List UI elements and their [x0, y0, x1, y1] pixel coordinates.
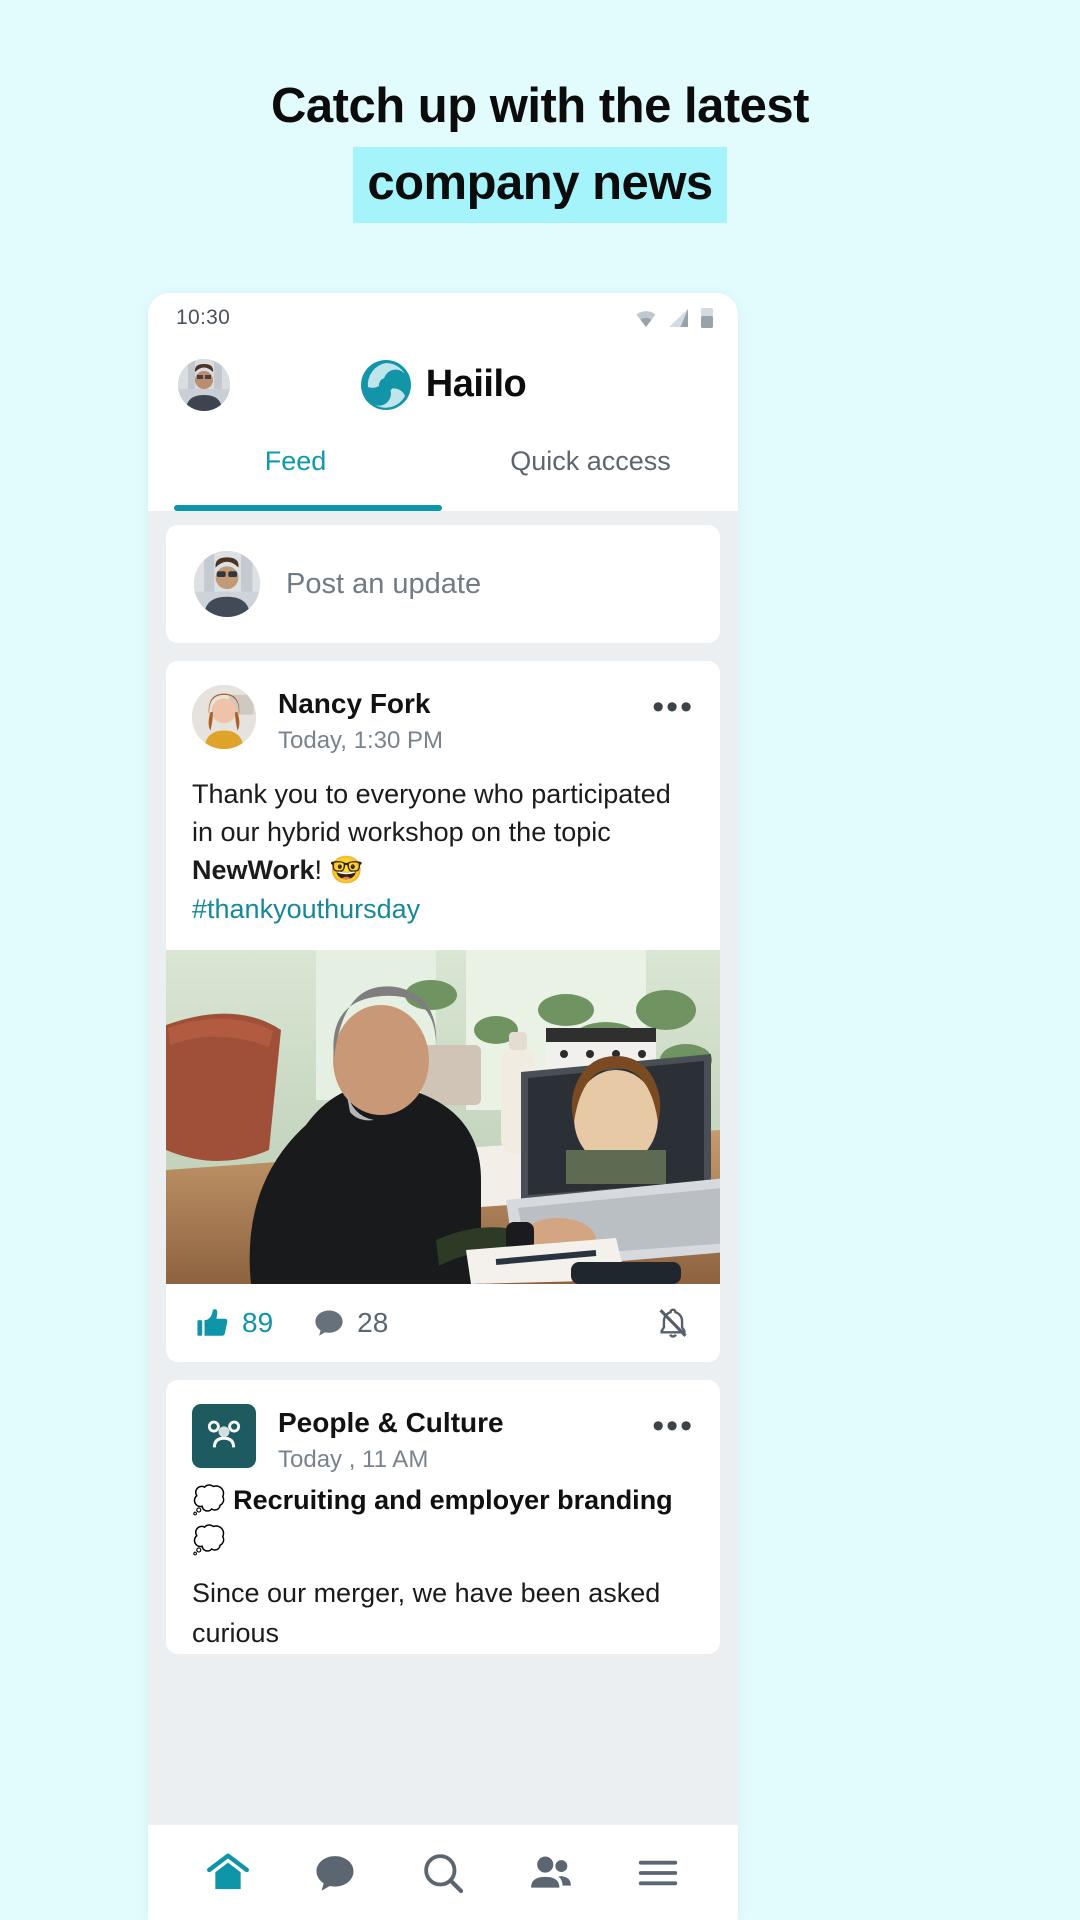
page-headline: Catch up with the latest company news — [0, 74, 1080, 224]
tab-quick-access[interactable]: Quick access — [443, 426, 738, 511]
post-meta-2: People & Culture Today , 11 AM — [278, 1404, 630, 1474]
post-an-update-input[interactable]: Post an update — [286, 568, 481, 601]
menu-hamburger-icon — [639, 1860, 678, 1885]
post-card-people-culture: People & Culture Today , 11 AM ••• 💭 Rec… — [166, 1379, 720, 1654]
post-header: Nancy Fork Today, 1:30 PM ••• — [166, 661, 720, 755]
like-button[interactable]: 89 — [196, 1306, 273, 1340]
status-bar: 10:30 — [148, 293, 738, 343]
comment-count: 28 — [357, 1306, 389, 1338]
home-icon — [206, 1853, 249, 1889]
mute-notifications-button[interactable] — [656, 1306, 690, 1340]
post-heading-2: 💭 Recruiting and employer branding 💭 — [192, 1484, 673, 1556]
headline-line-2-highlighted: company news — [353, 146, 727, 224]
composer-avatar — [194, 551, 260, 617]
nav-home-button[interactable] — [193, 1838, 263, 1908]
post-author-avatar[interactable] — [192, 685, 256, 749]
post-text-part1: Thank you to everyone who participated i… — [192, 778, 671, 847]
post-author-name-2: People & Culture — [278, 1406, 504, 1438]
chat-bubble-icon — [316, 1855, 354, 1891]
nav-chat-button[interactable] — [300, 1838, 370, 1908]
post-timestamp-2: Today , 11 AM — [278, 1445, 429, 1473]
post-body-line-2: Since our merger, we have been asked cur… — [192, 1577, 661, 1649]
status-bar-icons — [634, 307, 714, 329]
nav-search-button[interactable] — [408, 1838, 478, 1908]
post-header-2: People & Culture Today , 11 AM ••• — [166, 1380, 720, 1474]
post-text-2: 💭 Recruiting and employer branding 💭 Sin… — [166, 1474, 720, 1654]
comment-bubble-icon — [315, 1310, 343, 1336]
post-author-name: Nancy Fork — [278, 688, 431, 719]
post-meta: Nancy Fork Today, 1:30 PM — [278, 685, 630, 755]
wifi-icon — [636, 311, 656, 327]
people-group-icon — [207, 1420, 241, 1448]
avatar[interactable] — [178, 358, 230, 411]
composer[interactable]: Post an update — [166, 525, 720, 643]
post-more-options-button-2[interactable]: ••• — [652, 1404, 694, 1443]
tab-feed[interactable]: Feed — [148, 426, 443, 511]
post-image[interactable] — [166, 949, 720, 1284]
post-reactions-bar: 89 28 — [166, 1284, 720, 1362]
post-more-options-button[interactable]: ••• — [652, 685, 694, 724]
thumbs-up-icon — [197, 1309, 228, 1336]
brand: Haiilo — [148, 359, 738, 411]
status-bar-time: 10:30 — [176, 306, 231, 329]
post-card-nancy-fork: Nancy Fork Today, 1:30 PM ••• Thank you … — [166, 661, 720, 1362]
post-timestamp: Today, 1:30 PM — [278, 726, 443, 754]
tab-bar: Feed Quick access — [148, 426, 738, 511]
bell-off-icon — [659, 1308, 687, 1338]
battery-icon — [701, 308, 713, 328]
brand-name: Haiilo — [425, 363, 527, 405]
tab-active-indicator — [174, 505, 442, 511]
like-count: 89 — [242, 1306, 274, 1338]
nav-menu-button[interactable] — [623, 1838, 693, 1908]
feed-scroll-area[interactable]: Post an update Nancy Fork Today, 1:30 PM… — [148, 511, 738, 1824]
app-bar: Haiilo — [148, 343, 738, 426]
headline-line-1: Catch up with the latest — [271, 79, 809, 133]
channel-avatar-people-culture[interactable] — [192, 1403, 256, 1468]
haiilo-logo-icon — [360, 359, 411, 410]
phone-mockup: 10:30 Haiilo Feed Quick access Post an u… — [148, 293, 738, 1920]
post-text: Thank you to everyone who participated i… — [166, 755, 720, 950]
comment-button[interactable]: 28 — [313, 1307, 388, 1339]
people-icon — [530, 1856, 571, 1888]
post-text-bold: NewWork — [192, 855, 315, 886]
cellular-signal-icon — [669, 309, 688, 327]
nav-people-button[interactable] — [516, 1838, 586, 1908]
search-icon — [424, 1853, 464, 1893]
composer-card[interactable]: Post an update — [166, 525, 720, 643]
post-text-part2: ! 🤓 — [314, 855, 364, 886]
post-hashtag[interactable]: #thankyouthursday — [192, 894, 420, 924]
bottom-navigation-bar — [148, 1824, 738, 1920]
